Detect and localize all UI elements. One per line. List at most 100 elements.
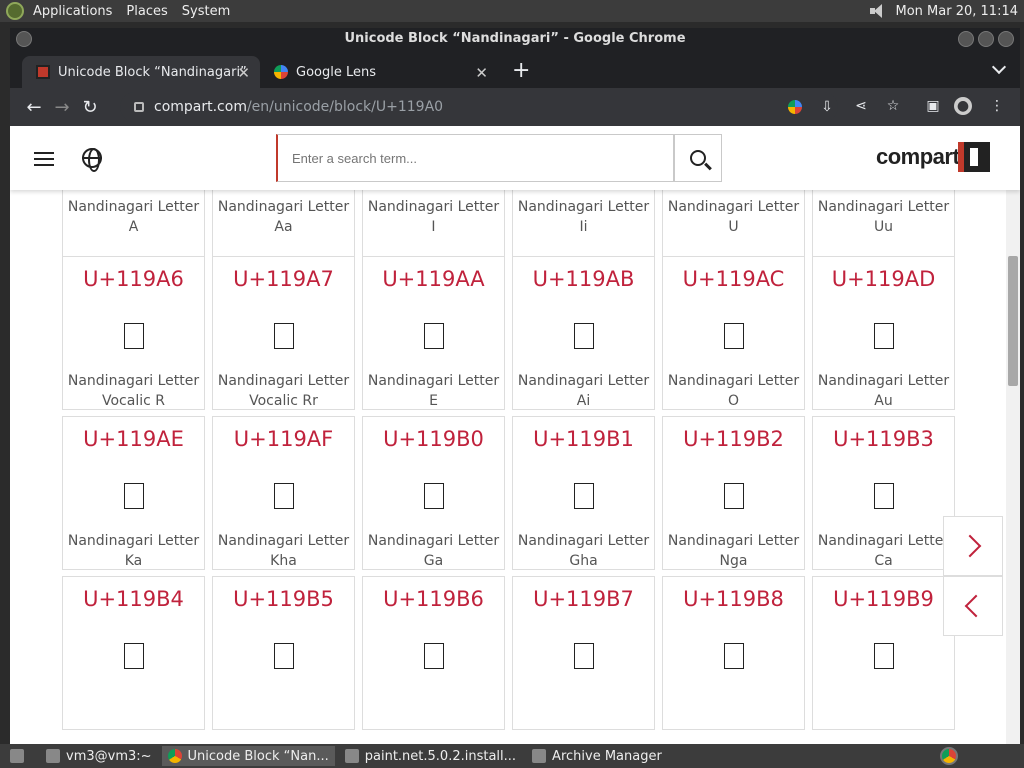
missing-glyph-box [574,323,594,349]
taskbar-item-paintnet[interactable]: paint.net.5.0.2.install... [339,746,522,766]
clock[interactable]: Mon Mar 20, 11:14 [896,4,1018,19]
tab-google-lens[interactable]: Google Lens ✕ [260,56,498,88]
character-name-line2: Ga [423,553,444,569]
character-name-line1: Nandinagari Letter [817,199,950,215]
character-name: Nandinagari Letter A [63,197,204,237]
character-cell[interactable]: U+119B1 Nandinagari Letter Gha [512,416,655,570]
install-icon[interactable]: ⇩ [818,98,836,116]
character-cell[interactable]: U+119AF Nandinagari Letter Kha [212,416,355,570]
search-button[interactable] [674,134,722,182]
character-cell[interactable]: U+119B4 [62,576,205,730]
side-panel-icon[interactable]: ▣ [924,97,942,115]
character-cell[interactable]: U+119B7 [512,576,655,730]
tray-chrome-icon[interactable] [940,747,958,765]
character-name-line1: Nandinagari Letter [817,533,950,549]
character-cell[interactable]: U+119A6 Nandinagari Letter Vocalic R [62,256,205,410]
character-name-line1: Nandinagari Letter [667,373,800,389]
character-name: Nandinagari Letter Ii [513,197,654,237]
missing-glyph-box [424,643,444,669]
menu-applications[interactable]: Applications [26,4,119,19]
character-cell[interactable]: U+119B6 [362,576,505,730]
compart-favicon-icon [36,65,50,79]
taskbar-item-archive-manager[interactable]: Archive Manager [526,746,668,766]
character-name-line1: Nandinagari Letter [67,373,200,389]
taskbar-label: Archive Manager [552,748,662,764]
character-cell[interactable]: U+119AD Nandinagari Letter Au [812,256,955,410]
share-icon[interactable]: ⋖ [852,97,870,115]
character-name-line2: Vocalic Rr [249,393,318,409]
character-cell[interactable]: U+119B8 [662,576,805,730]
character-cell[interactable]: U+119AE Nandinagari Letter Ka [62,416,205,570]
code-point: U+119AD [831,267,936,291]
compart-logo[interactable]: compart [876,142,991,172]
missing-glyph-box [724,483,744,509]
character-cell[interactable]: U+119AB Nandinagari Letter Ai [512,256,655,410]
character-name-line1: Nandinagari Letter [367,373,500,389]
globe-language-icon[interactable] [82,148,102,172]
character-name-line2: Ka [124,553,143,569]
hamburger-menu-icon[interactable] [34,152,54,166]
character-name: Nandinagari Letter Gha [513,531,654,571]
bookmark-star-icon[interactable]: ☆ [884,97,902,115]
chevron-left-icon [964,594,988,618]
menu-places[interactable]: Places [119,4,174,19]
site-header: compart [10,126,1020,190]
search-input[interactable] [292,151,659,166]
character-cell[interactable]: U+119A7 Nandinagari Letter Vocalic Rr [212,256,355,410]
code-point: U+119B1 [533,427,634,451]
reload-icon[interactable]: ↻ [76,93,104,121]
missing-glyph-box [124,643,144,669]
character-name-line1: Nandinagari Letter [367,199,500,215]
character-name-line1: Nandinagari Letter [67,199,200,215]
minimize-button[interactable] [958,31,974,47]
code-point: U+119B4 [83,587,184,611]
taskbar-item-chrome[interactable]: Unicode Block “Nan... [161,746,335,766]
google-lens-icon[interactable] [788,100,802,114]
tab-unicode-block[interactable]: Unicode Block “Nandinagari” ✕ [22,56,260,88]
new-tab-icon[interactable]: + [512,58,530,83]
character-cell[interactable]: U+119AA Nandinagari Letter E [362,256,505,410]
next-page-button[interactable] [943,516,1003,576]
menu-system[interactable]: System [175,4,237,19]
character-name-line2: Au [874,393,893,409]
lock-icon[interactable] [134,102,144,112]
installer-icon [344,749,359,763]
chevron-right-icon [958,534,982,558]
profile-avatar-icon[interactable]: ● [954,97,972,115]
character-name-line1: Nandinagari Letter [367,533,500,549]
character-cell[interactable]: U+119B2 Nandinagari Letter Nga [662,416,805,570]
maximize-button[interactable] [978,31,994,47]
character-cell[interactable]: U+119B5 [212,576,355,730]
address-bar[interactable]: compart.com/en/unicode/block/U+119A0 ⇩ [120,92,838,122]
volume-icon[interactable] [869,4,888,18]
character-name-line2: Kha [270,553,297,569]
character-cell[interactable]: U+119AC Nandinagari Letter O [662,256,805,410]
missing-glyph-box [574,643,594,669]
taskbar-item-terminal[interactable]: vm3@vm3:~ [40,746,158,766]
code-point: U+119AF [233,427,334,451]
character-name-line1: Nandinagari Letter [667,199,800,215]
missing-glyph-box [874,323,894,349]
character-cell[interactable]: U+119B0 Nandinagari Letter Ga [362,416,505,570]
close-window-button[interactable] [998,31,1014,47]
search-field[interactable] [276,134,674,182]
forward-icon[interactable]: → [48,93,76,121]
scrollbar-thumb[interactable] [1008,256,1018,386]
character-cell[interactable]: U+119B3 Nandinagari Letter Ca [812,416,955,570]
show-desktop-button[interactable] [4,746,36,766]
tab-search-chevron-icon[interactable] [991,59,1007,75]
close-tab-icon[interactable]: ✕ [237,64,250,82]
code-point: U+119B3 [833,427,934,451]
more-menu-icon[interactable]: ⋮ [988,97,1006,115]
close-tab-icon[interactable]: ✕ [475,64,488,82]
character-name-line1: Nandinagari Letter [817,373,950,389]
window-menu-button[interactable] [16,31,32,47]
system-logo-icon[interactable] [6,2,24,20]
previous-page-button[interactable] [943,576,1003,636]
code-point: U+119AA [382,267,485,291]
character-cell[interactable]: U+119B9 [812,576,955,730]
back-icon[interactable]: ← [20,93,48,121]
taskbar-label: Unicode Block “Nan... [187,748,329,764]
character-name-line2: Vocalic R [102,393,165,409]
page-scrollbar[interactable] [1006,190,1020,744]
